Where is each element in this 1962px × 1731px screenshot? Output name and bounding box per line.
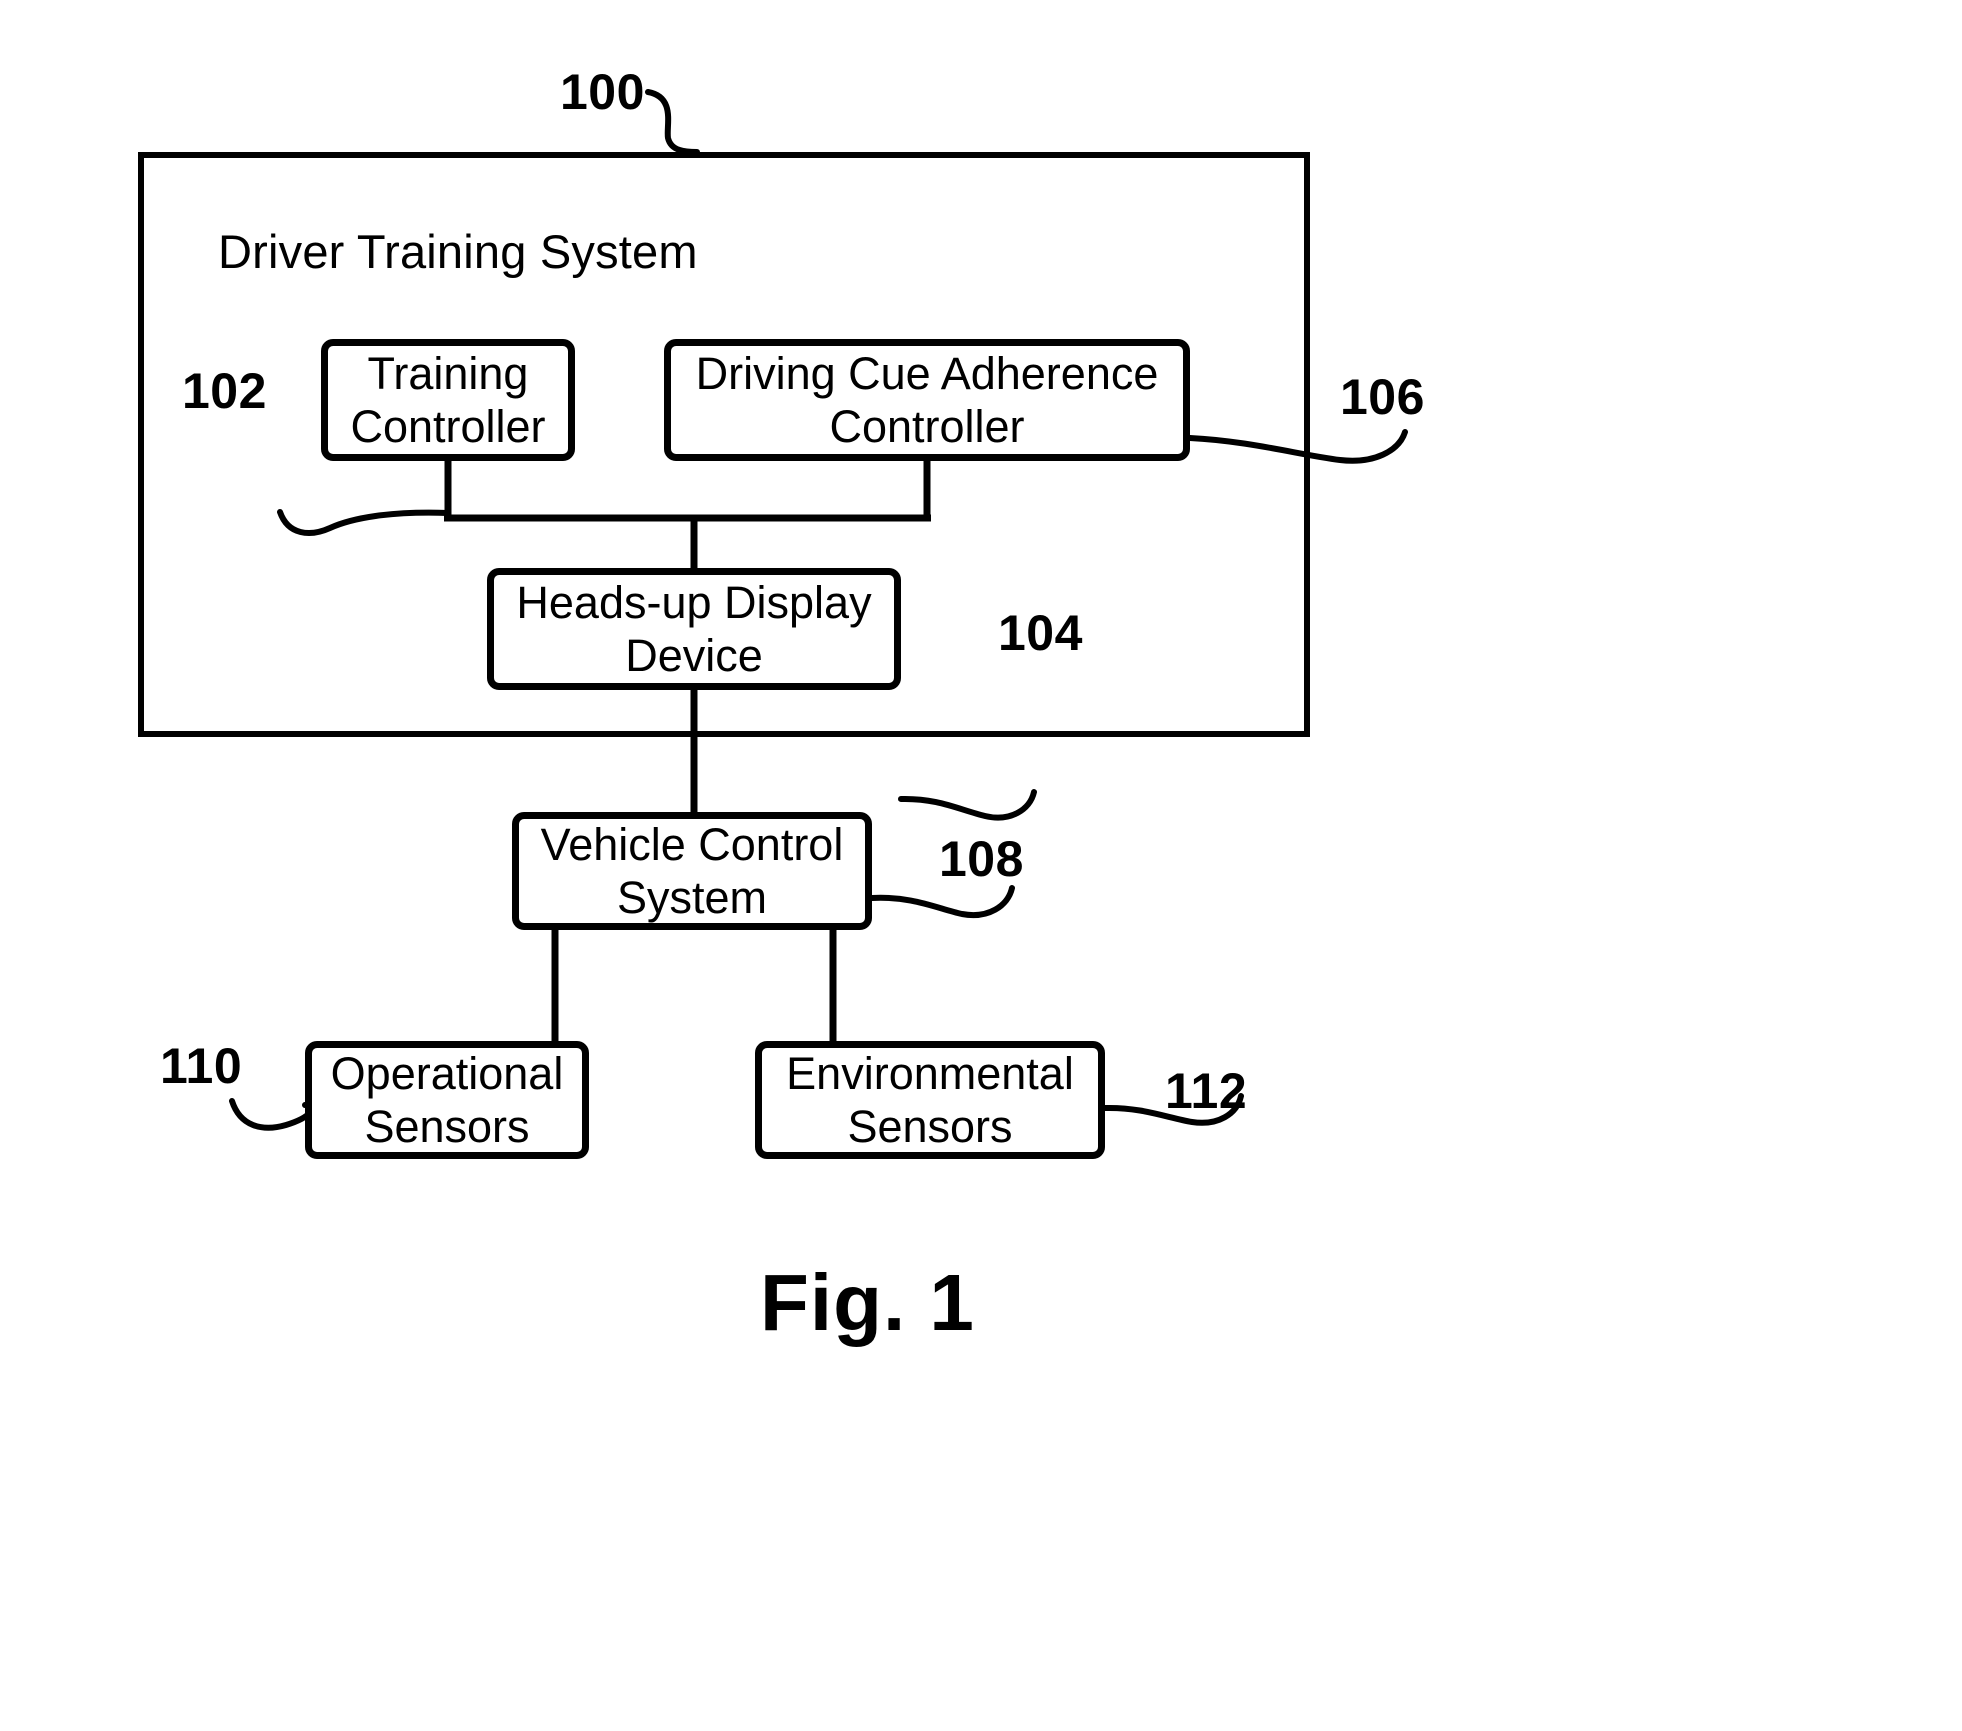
- node-heads-up-display-device: Heads-up Display Device: [487, 568, 901, 690]
- reference-numeral-102: 102: [182, 363, 267, 419]
- leader-line-100: [645, 89, 700, 155]
- driver-training-system-title: Driver Training System: [218, 225, 698, 278]
- leader-line-110: [229, 1098, 315, 1131]
- node-training-controller: Training Controller: [321, 339, 575, 461]
- reference-numeral-106: 106: [1340, 369, 1425, 425]
- reference-numeral-104: 104: [998, 605, 1083, 661]
- reference-numeral-110: 110: [160, 1038, 243, 1094]
- reference-numeral-112: 112: [1165, 1063, 1248, 1119]
- figure-caption: Fig. 1: [760, 1258, 975, 1347]
- leader-line-104: [898, 789, 1037, 821]
- node-driving-cue-adherence-controller: Driving Cue Adherence Controller: [664, 339, 1190, 461]
- reference-numeral-108: 108: [939, 831, 1024, 887]
- node-vehicle-control-system: Vehicle Control System: [512, 812, 872, 930]
- reference-numeral-100: 100: [560, 64, 645, 120]
- node-environmental-sensors: Environmental Sensors: [755, 1041, 1105, 1159]
- node-operational-sensors: Operational Sensors: [305, 1041, 589, 1159]
- patent-figure: Driver Training System Training Controll…: [0, 0, 1962, 1731]
- leader-line-108: [869, 885, 1015, 919]
